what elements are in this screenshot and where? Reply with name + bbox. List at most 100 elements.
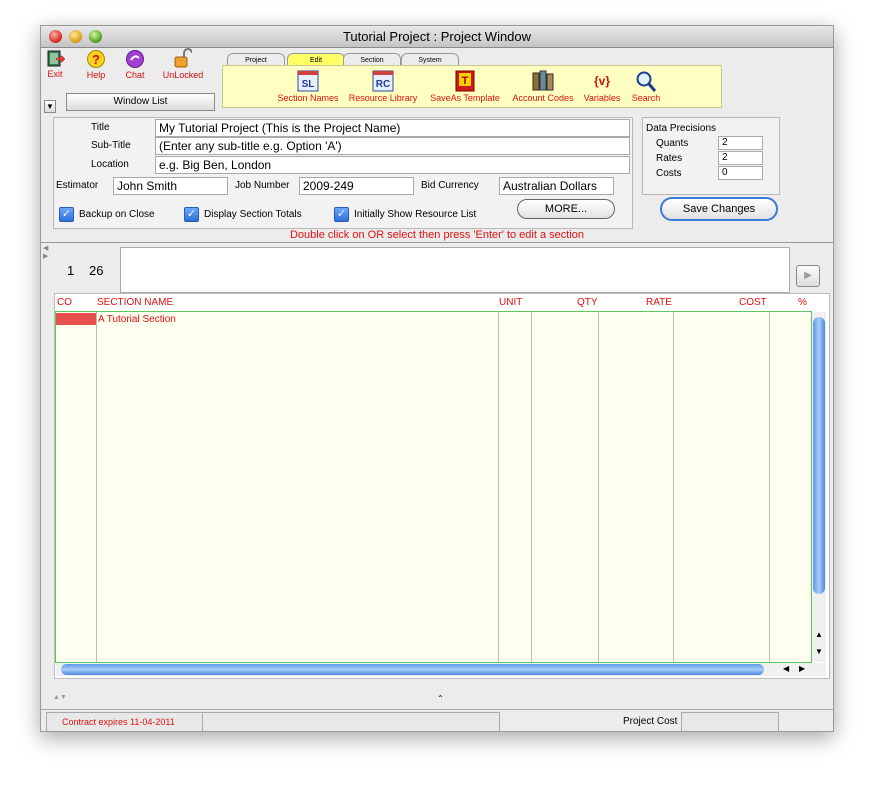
section-detail-box[interactable] [120, 247, 790, 293]
project-window: Tutorial Project : Project Window Exit ?… [40, 25, 834, 732]
section-names-icon: SL [297, 70, 319, 92]
variables-label: Variables [583, 93, 621, 103]
search-label: Search [631, 93, 661, 103]
exit-label: Exit [47, 69, 63, 79]
estimator-field[interactable]: John Smith [113, 177, 228, 195]
section-names-label: Section Names [277, 93, 339, 103]
resource-library-tool[interactable]: RC Resource Library [347, 70, 419, 103]
table-row-co-marker[interactable] [56, 313, 96, 325]
horizontal-scroll-thumb[interactable] [61, 664, 764, 675]
resource-library-label: Resource Library [348, 93, 418, 103]
scroll-left-icon[interactable]: ◀ [783, 664, 789, 673]
svg-text:T: T [462, 75, 469, 87]
column-unit[interactable]: UNIT [499, 297, 522, 308]
saveas-template-tool[interactable]: T SaveAs Template [427, 70, 503, 103]
divider [41, 242, 833, 243]
vertical-scroll-thumb[interactable] [813, 317, 825, 594]
quants-field[interactable]: 2 [718, 136, 763, 150]
variables-icon: {v} [594, 74, 610, 88]
bid-currency-label: Bid Currency [421, 180, 479, 191]
quants-label: Quants [656, 138, 689, 149]
chat-label: Chat [125, 70, 145, 80]
rates-label: Rates [656, 153, 683, 164]
column-cost[interactable]: COST [739, 297, 767, 308]
chat-tool[interactable]: Chat [123, 50, 147, 80]
search-icon [636, 71, 657, 92]
backup-on-close-checkbox[interactable]: ✓ [59, 207, 74, 222]
contract-expiry-status: Contract expires 11-04-2011 [46, 712, 212, 731]
location-field[interactable]: e.g. Big Ben, London [155, 156, 630, 174]
chat-icon [126, 50, 144, 68]
title-field[interactable]: My Tutorial Project (This is the Project… [155, 119, 630, 137]
rates-field[interactable]: 2 [718, 151, 763, 165]
estimator-label: Estimator [56, 180, 99, 191]
save-changes-button[interactable]: Save Changes [660, 197, 778, 221]
account-codes-tool[interactable]: Account Codes [509, 70, 577, 103]
backup-on-close-label: Backup on Close [79, 209, 155, 220]
bid-currency-field[interactable]: Australian Dollars [499, 177, 614, 195]
column-divider [598, 312, 599, 662]
column-qty[interactable]: QTY [577, 297, 598, 308]
close-window-button[interactable] [49, 30, 62, 43]
show-resource-list-label: Initially Show Resource List [354, 209, 477, 220]
zoom-window-button[interactable] [89, 30, 102, 43]
exit-tool[interactable]: Exit [44, 50, 66, 79]
svg-text:RC: RC [376, 79, 390, 90]
table-row[interactable]: A Tutorial Section [98, 314, 176, 325]
column-percent[interactable]: % [798, 297, 807, 308]
svg-text:SL: SL [302, 79, 315, 90]
window-list-button[interactable]: Window List [66, 93, 215, 111]
show-resource-list-checkbox[interactable]: ✓ [334, 207, 349, 222]
column-section-name[interactable]: SECTION NAME [97, 297, 173, 308]
project-cost-label: Project Cost [623, 716, 678, 727]
edit-hint-text: Double click on OR select then press 'En… [289, 229, 584, 241]
location-label: Location [91, 159, 129, 170]
exit-door-icon [47, 50, 65, 67]
variables-tool[interactable]: {v} Variables [581, 70, 623, 103]
unlocked-padlock-icon [174, 48, 192, 68]
column-divider [96, 312, 97, 662]
account-codes-icon [532, 70, 554, 91]
job-number-label: Job Number [235, 180, 290, 191]
column-rate[interactable]: RATE [646, 297, 672, 308]
subtitle-field[interactable]: (Enter any sub-title e.g. Option 'A') [155, 137, 630, 155]
resize-arrows-icon[interactable]: ▲▼ [53, 694, 67, 701]
help-icon: ? [87, 50, 105, 68]
svg-text:?: ? [92, 52, 100, 67]
title-bar: Tutorial Project : Project Window [41, 26, 833, 48]
display-section-totals-label: Display Section Totals [204, 209, 302, 220]
costs-field[interactable]: 0 [718, 166, 763, 180]
minimize-window-button[interactable] [69, 30, 82, 43]
resource-library-icon: RC [372, 70, 394, 92]
help-label: Help [86, 70, 106, 80]
more-button[interactable]: MORE... [517, 199, 615, 219]
job-number-field[interactable]: 2009-249 [299, 177, 414, 195]
display-section-totals-checkbox[interactable]: ✓ [184, 207, 199, 222]
divider [41, 709, 833, 710]
column-co[interactable]: CO [57, 297, 72, 308]
project-cost-field [681, 712, 779, 731]
lock-label: UnLocked [162, 70, 204, 80]
lock-tool[interactable]: UnLocked [160, 48, 206, 80]
search-tool[interactable]: Search [626, 70, 666, 103]
grid-body [55, 311, 812, 663]
scroll-down-icon[interactable]: ▼ [815, 647, 823, 656]
column-divider [531, 312, 532, 662]
nav-first-number: 1 [67, 263, 75, 278]
scroll-up-icon[interactable]: ▲ [815, 630, 823, 639]
saveas-template-label: SaveAs Template [430, 93, 500, 103]
section-names-tool[interactable]: SL Section Names [277, 70, 339, 103]
help-tool[interactable]: ? Help [84, 50, 108, 80]
expand-arrows-icon[interactable]: ◀ ▶ [43, 244, 48, 260]
template-icon: T [455, 70, 475, 92]
column-divider [673, 312, 674, 662]
window-title: Tutorial Project : Project Window [342, 29, 532, 44]
play-button[interactable]: ▶ [796, 265, 820, 287]
column-divider [498, 312, 499, 662]
costs-label: Costs [656, 168, 682, 179]
resize-handle-icon[interactable]: ⌃ [437, 694, 444, 703]
menu-dropdown-button[interactable]: ▼ [44, 100, 56, 113]
svg-text:{v}: {v} [594, 74, 610, 88]
account-codes-label: Account Codes [512, 93, 574, 103]
scroll-right-icon[interactable]: ▶ [799, 664, 805, 673]
